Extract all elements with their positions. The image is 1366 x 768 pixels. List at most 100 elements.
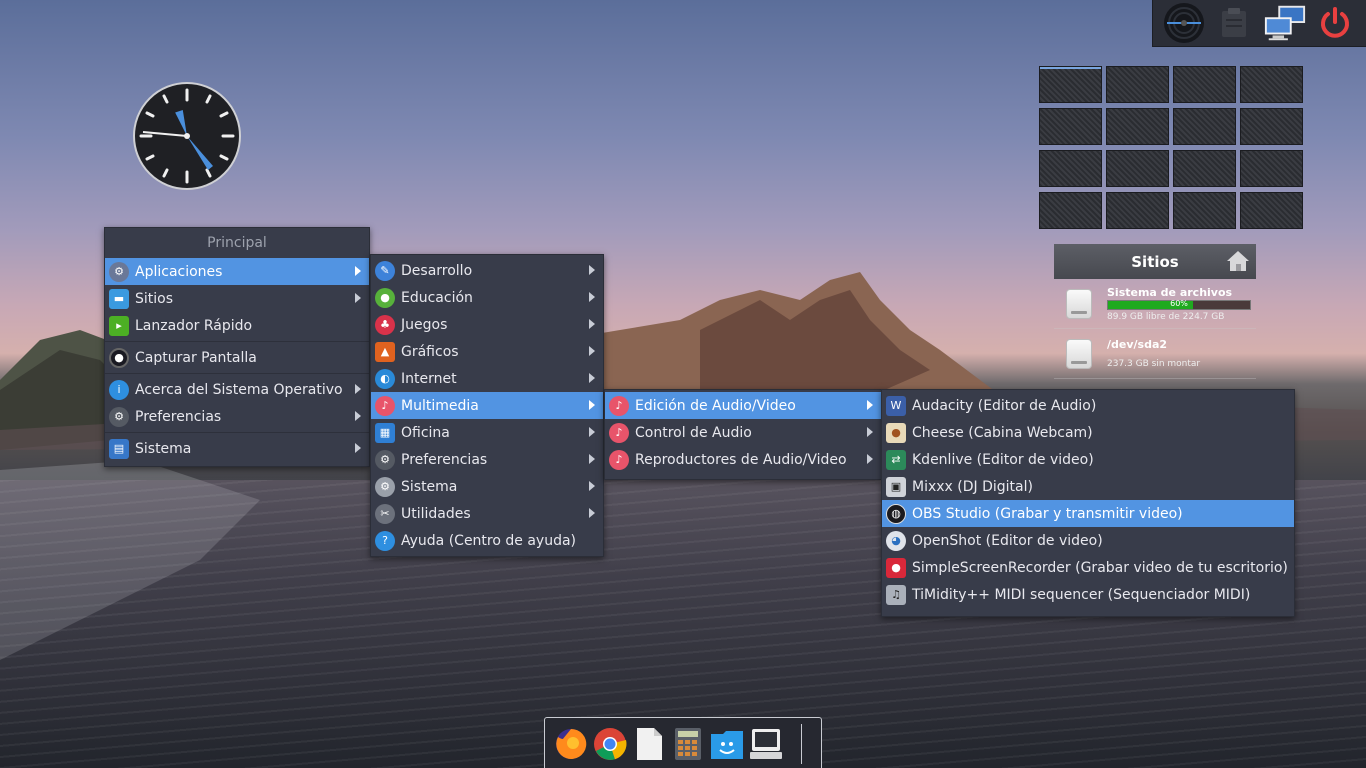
workspace-9[interactable]: [1039, 150, 1102, 187]
workspace-6[interactable]: [1106, 108, 1169, 145]
workspace-7[interactable]: [1173, 108, 1236, 145]
workspace-12[interactable]: [1240, 150, 1303, 187]
places-widget: Sitios Sistema de archivos 60% 89.9 GB l…: [1054, 244, 1256, 379]
submenu-arrow-icon: [589, 454, 595, 464]
menu-item-educacion[interactable]: ● Educación: [371, 284, 603, 311]
menu-item-sistema-apps[interactable]: ⚙ Sistema: [371, 473, 603, 500]
workspace-8[interactable]: [1240, 108, 1303, 145]
menu-item-label: Ayuda (Centro de ayuda): [401, 532, 576, 549]
menu-item-label: SimpleScreenRecorder (Grabar video de tu…: [912, 559, 1288, 576]
menu-item-label: Oficina: [401, 424, 450, 441]
submenu-arrow-icon: [355, 411, 361, 421]
menu-item-sitios[interactable]: ▬ Sitios: [105, 285, 369, 312]
submenu-arrow-icon: [867, 427, 873, 437]
menu-item-sistema[interactable]: ▤ Sistema: [105, 435, 369, 462]
menu-item-obs-studio[interactable]: ◍ OBS Studio (Grabar y transmitir video): [882, 500, 1294, 527]
menu-item-ayuda[interactable]: ? Ayuda (Centro de ayuda): [371, 527, 603, 554]
power-icon[interactable]: [1313, 1, 1357, 45]
menu-item-label: TiMidity++ MIDI sequencer (Sequenciador …: [912, 586, 1251, 603]
menu-item-label: Sitios: [135, 290, 174, 307]
submenu-arrow-icon: [589, 292, 595, 302]
workspace-switcher: [1039, 66, 1305, 229]
development-icon: ✎: [375, 260, 395, 281]
place-filesystem[interactable]: Sistema de archivos 60% 89.9 GB libre de…: [1054, 279, 1256, 329]
vinyl-record-icon[interactable]: [1162, 1, 1206, 45]
help-icon: ?: [375, 530, 395, 551]
folder-icon: ▬: [109, 288, 129, 309]
menu-item-lanzador-rapido[interactable]: ▸ Lanzador Rápido: [105, 312, 369, 339]
workspace-5[interactable]: [1039, 108, 1102, 145]
audacity-icon: W: [886, 395, 906, 416]
menu-item-openshot[interactable]: ◕ OpenShot (Editor de video): [882, 527, 1294, 554]
menu-item-juegos[interactable]: ♣ Juegos: [371, 311, 603, 338]
menu-item-oficina[interactable]: ▦ Oficina: [371, 419, 603, 446]
multimedia-icon: ♪: [375, 395, 395, 416]
menu-item-label: Capturar Pantalla: [135, 349, 257, 366]
menu-item-label: Reproductores de Audio/Video: [635, 451, 847, 468]
workspace-16[interactable]: [1240, 192, 1303, 229]
menu-item-mixxx[interactable]: ▣ Mixxx (DJ Digital): [882, 473, 1294, 500]
menu-item-aplicaciones[interactable]: ⚙ Aplicaciones: [105, 258, 369, 285]
drive-icon: [1066, 288, 1092, 319]
menu-item-capturar-pantalla[interactable]: ● Capturar Pantalla: [105, 344, 369, 371]
menu-item-label: Cheese (Cabina Webcam): [912, 424, 1093, 441]
network-computers-icon[interactable]: [1263, 1, 1307, 45]
menu-item-reproductores[interactable]: ♪ Reproductores de Audio/Video: [605, 446, 881, 473]
kdenlive-icon: ⇄: [886, 449, 906, 470]
menu-item-preferencias-apps[interactable]: ⚙ Preferencias: [371, 446, 603, 473]
file-manager-icon[interactable]: [709, 726, 745, 762]
apps-gear-icon: ⚙: [109, 261, 129, 282]
home-icon[interactable]: [1226, 249, 1250, 273]
menu-item-desarrollo[interactable]: ✎ Desarrollo: [371, 257, 603, 284]
menu-item-acerca[interactable]: i Acerca del Sistema Operativo: [105, 376, 369, 403]
text-editor-icon[interactable]: [631, 726, 667, 762]
menu-item-multimedia[interactable]: ♪ Multimedia: [371, 392, 603, 419]
menu-item-graficos[interactable]: ▲ Gráficos: [371, 338, 603, 365]
menu-item-utilidades[interactable]: ✂ Utilidades: [371, 500, 603, 527]
menu-item-simplescreenrecorder[interactable]: ● SimpleScreenRecorder (Grabar video de …: [882, 554, 1294, 581]
menu-item-label: Gráficos: [401, 343, 459, 360]
workspace-13[interactable]: [1039, 192, 1102, 229]
workspace-1[interactable]: [1039, 66, 1102, 103]
submenu-arrow-icon: [589, 427, 595, 437]
chrome-icon[interactable]: [592, 726, 628, 762]
menu-item-timidity[interactable]: ♫ TiMidity++ MIDI sequencer (Sequenciado…: [882, 581, 1294, 608]
workspace-10[interactable]: [1106, 150, 1169, 187]
menu-item-edicion-audio-video[interactable]: ♪ Edición de Audio/Video: [605, 392, 881, 419]
multimedia-menu: ♪ Edición de Audio/Video ♪ Control de Au…: [604, 389, 882, 480]
disk-usage-label: 60%: [1170, 298, 1188, 308]
screen-recorder-icon: ●: [886, 557, 906, 578]
submenu-arrow-icon: [355, 443, 361, 453]
place-sda2[interactable]: /dev/sda2 237.3 GB sin montar: [1054, 329, 1256, 379]
submenu-arrow-icon: [589, 373, 595, 383]
submenu-arrow-icon: [589, 319, 595, 329]
menu-item-cheese[interactable]: ● Cheese (Cabina Webcam): [882, 419, 1294, 446]
menu-separator: [105, 373, 369, 374]
games-icon: ♣: [375, 314, 395, 335]
workspace-2[interactable]: [1106, 66, 1169, 103]
menu-item-audacity[interactable]: W Audacity (Editor de Audio): [882, 392, 1294, 419]
workspace-4[interactable]: [1240, 66, 1303, 103]
system-monitor-icon: ▤: [109, 438, 129, 459]
menu-item-label: Preferencias: [135, 408, 222, 425]
menu-item-control-audio[interactable]: ♪ Control de Audio: [605, 419, 881, 446]
clipboard-icon[interactable]: [1212, 1, 1256, 45]
place-name: Sistema de archivos: [1107, 285, 1233, 299]
terminal-computer-icon[interactable]: [748, 726, 784, 762]
workspace-14[interactable]: [1106, 192, 1169, 229]
menu-item-label: Audacity (Editor de Audio): [912, 397, 1097, 414]
workspace-11[interactable]: [1173, 150, 1236, 187]
workspace-3[interactable]: [1173, 66, 1236, 103]
menu-item-label: Sistema: [401, 478, 458, 495]
menu-item-kdenlive[interactable]: ⇄ Kdenlive (Editor de video): [882, 446, 1294, 473]
menu-item-preferencias[interactable]: ⚙ Preferencias: [105, 403, 369, 430]
submenu-arrow-icon: [867, 400, 873, 410]
workspace-15[interactable]: [1173, 192, 1236, 229]
calculator-icon[interactable]: [670, 726, 706, 762]
music-note-icon: ♪: [609, 449, 629, 470]
submenu-arrow-icon: [867, 454, 873, 464]
firefox-icon[interactable]: [553, 726, 589, 762]
menu-item-internet[interactable]: ◐ Internet: [371, 365, 603, 392]
place-name: /dev/sda2: [1107, 338, 1168, 351]
main-menu: Principal ⚙ Aplicaciones ▬ Sitios ▸ Lanz…: [104, 227, 370, 467]
